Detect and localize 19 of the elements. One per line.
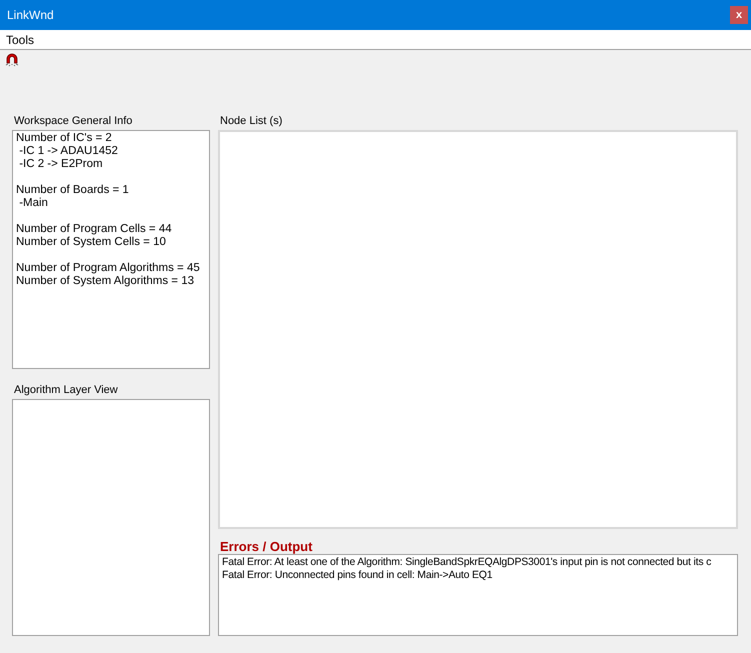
info-line: Number of Program Cells = 44 xyxy=(16,223,173,236)
panel-label: Workspace General Info xyxy=(14,115,134,129)
info-line: Number of Boards = 1 xyxy=(16,184,130,197)
panel-label: Algorithm Layer View xyxy=(14,384,119,398)
info-line: Number of System Cells = 10 xyxy=(16,236,167,249)
error-message: Fatal Error: Unconnected pins found in cell: Main->Auto EQ1 xyxy=(222,569,494,582)
window-title: LinkWnd xyxy=(7,8,54,22)
magnet-icon[interactable] xyxy=(4,53,20,67)
info-line: Number of Program Algorithms = 45 xyxy=(16,262,201,275)
info-line: Number of IC's = 2 xyxy=(16,132,113,145)
panel-label: Node List (s) xyxy=(220,115,284,129)
error-message: Fatal Error: At least one of the Algorithm: SingleBandSpkrEQAlgDPS3001's input pin is not connected but its c xyxy=(222,556,712,569)
info-line: -Main xyxy=(18,197,49,210)
menu-item[interactable]: Tools xyxy=(6,32,34,46)
info-line: -IC 2 -> E2Prom xyxy=(18,158,104,171)
close-button[interactable]: x xyxy=(730,6,748,24)
errors-heading: Errors / Output xyxy=(220,539,314,554)
info-line: Number of System Algorithms = 13 xyxy=(16,275,196,288)
info-line: -IC 1 -> ADAU1452 xyxy=(18,145,119,158)
